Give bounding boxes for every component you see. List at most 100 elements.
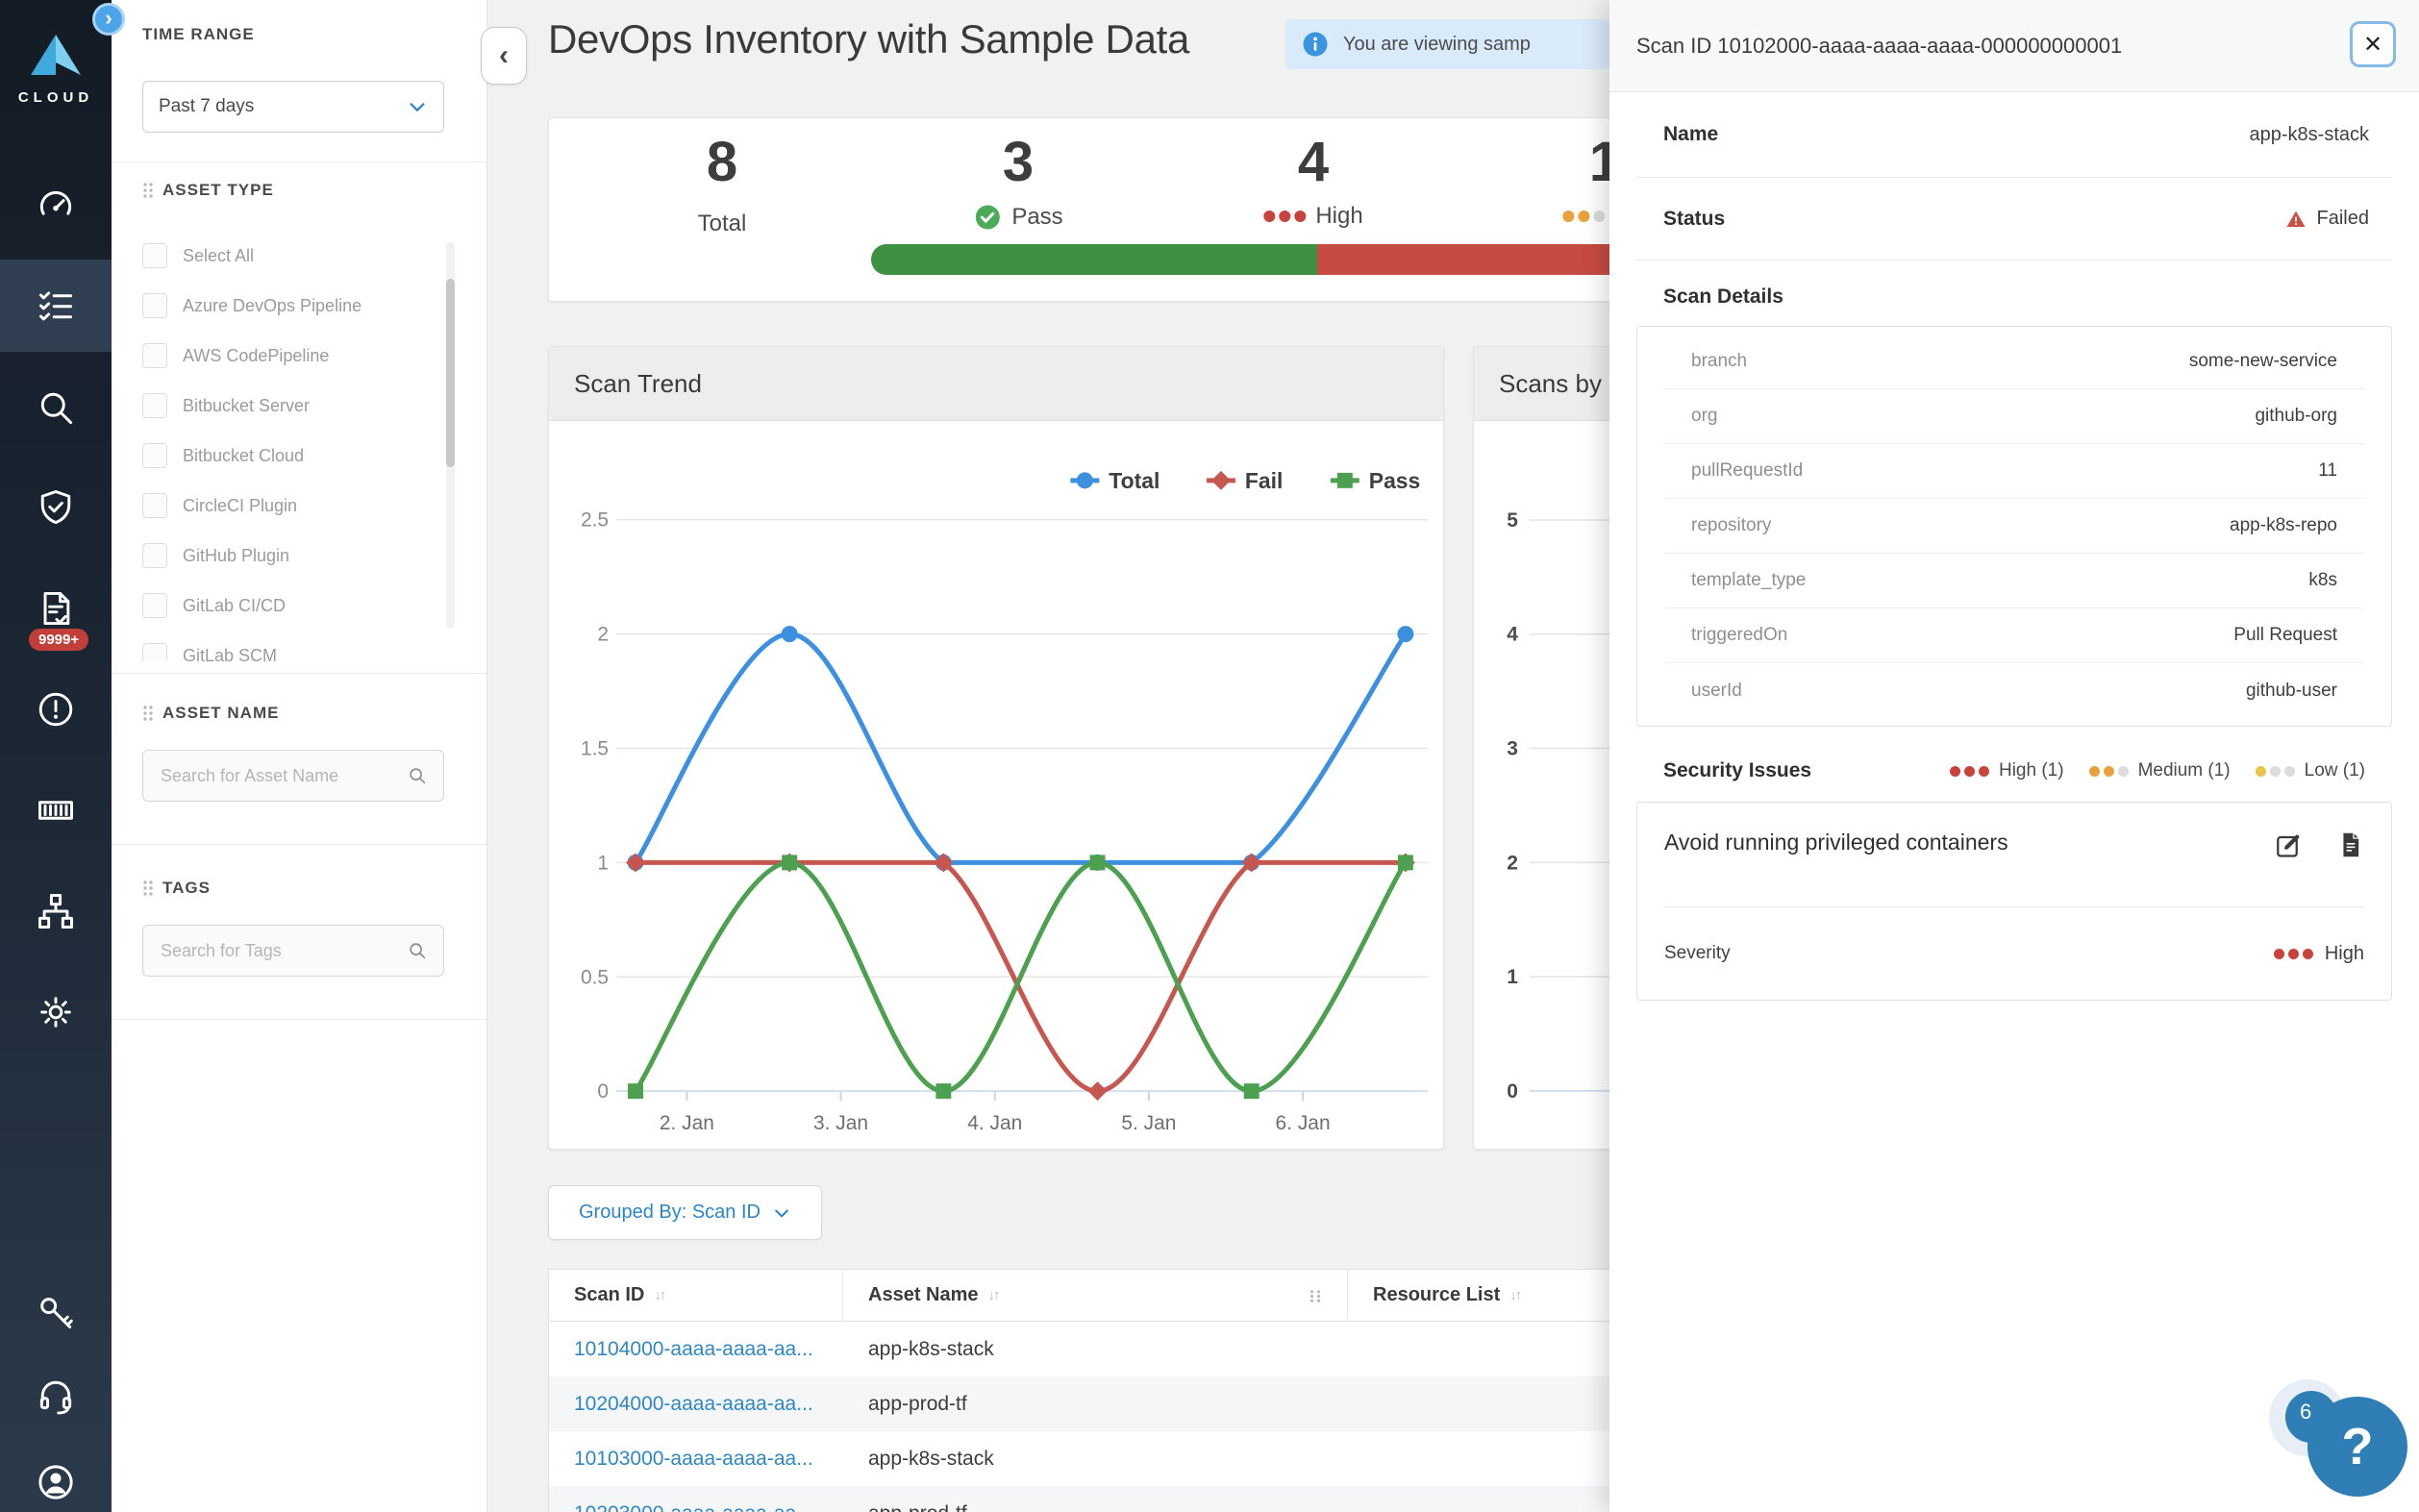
asset-type-option: CircleCI Plugin: [142, 481, 436, 531]
sidebar-item-support[interactable]: [0, 1350, 112, 1442]
dashboard-icon: [39, 190, 72, 215]
scan-id-link[interactable]: 10104000-aaaa-aaaa-aa...: [574, 1338, 813, 1360]
severity-dots-medium: [1562, 211, 1606, 222]
severity-dots-high: [1263, 211, 1307, 222]
sidebar-item-settings[interactable]: [0, 966, 112, 1058]
drag-handle-icon: [143, 706, 153, 721]
scan-details-heading: Scan Details: [1663, 285, 1783, 308]
close-button[interactable]: ✕: [2350, 21, 2396, 67]
svg-text:5: 5: [1507, 509, 1518, 532]
scan-details-rows: branch some-new-service org github-org pullR…: [1637, 335, 2391, 718]
cell-scan-id: 10203000-aaaa-aaaa-aa...: [549, 1502, 843, 1512]
legend-label: High (1): [1998, 760, 2064, 781]
divider: [112, 844, 486, 845]
edit-icon[interactable]: [2274, 830, 2305, 860]
tags-search-input[interactable]: [159, 939, 399, 962]
help-button[interactable]: ?: [2307, 1397, 2407, 1497]
detail-key: userId: [1691, 680, 1742, 701]
status-label: Status: [1663, 207, 1726, 230]
panel-title: Scan ID 10102000-aaaa-aaaa-aaaa-00000000…: [1636, 33, 2123, 58]
sidebar-item-compliance[interactable]: [0, 461, 112, 554]
grouped-by-label: Grouped By: Scan ID: [579, 1202, 761, 1223]
scan-id-link[interactable]: 10204000-aaaa-aaaa-aa...: [574, 1393, 813, 1415]
asset-type-option: GitLab CI/CD: [142, 581, 436, 631]
chevron-left-icon: ‹: [499, 39, 509, 71]
check-circle-icon: [975, 205, 1000, 230]
severity-value: High: [2273, 943, 2364, 965]
name-value: app-k8s-stack: [2249, 123, 2370, 145]
sidebar-item-dashboard[interactable]: [0, 159, 112, 251]
sort-icon[interactable]: ↓↑: [1509, 1287, 1522, 1303]
detail-value: Pull Request: [2233, 625, 2337, 645]
scan-id-link[interactable]: 10103000-aaaa-aaaa-aa...: [574, 1448, 813, 1470]
sidebar: CLOUD 9999+: [0, 0, 112, 1512]
document-check-icon: [43, 591, 70, 626]
sidebar-item-profile[interactable]: [0, 1436, 112, 1512]
drag-handle-icon: [143, 880, 153, 896]
stat-value: 4: [1297, 131, 1330, 193]
sort-icon[interactable]: ↓↑: [654, 1287, 666, 1303]
checkbox[interactable]: [142, 393, 167, 418]
sidebar-item-access-keys[interactable]: [0, 1266, 112, 1358]
cell-asset-name: app-k8s-stack: [868, 1447, 994, 1470]
sort-icon[interactable]: ↓↑: [988, 1287, 1001, 1303]
checkbox[interactable]: [142, 243, 167, 268]
cell-scan-id: 10103000-aaaa-aaaa-aa...: [549, 1448, 843, 1471]
column-header-scan-id[interactable]: Scan ID ↓↑: [549, 1270, 843, 1321]
svg-text:1: 1: [597, 852, 609, 874]
stat-total: 8 Total: [698, 134, 747, 237]
svg-text:2: 2: [597, 624, 609, 646]
column-header-asset-name[interactable]: Asset Name ↓↑: [843, 1270, 1348, 1321]
checkbox[interactable]: [142, 543, 167, 568]
detail-key: pullRequestId: [1691, 460, 1804, 481]
drag-handle-icon[interactable]: [1309, 1289, 1322, 1302]
sidebar-item-alerts[interactable]: [0, 663, 112, 756]
severity-label: Severity: [1664, 943, 1731, 963]
asset-name-search: [142, 750, 444, 802]
collapse-filters-button[interactable]: ‹: [481, 27, 527, 85]
search-icon: [40, 392, 73, 425]
shield-check-icon: [40, 490, 71, 525]
asset-type-option: GitHub Plugin: [142, 531, 436, 581]
panel-header: Scan ID 10102000-aaaa-aaaa-aaaa-00000000…: [1609, 0, 2419, 92]
severity-dots-high: [1949, 765, 1989, 777]
search-icon: [410, 768, 426, 784]
grouped-by-button[interactable]: Grouped By: Scan ID: [548, 1185, 822, 1240]
alert-circle-icon: [38, 692, 73, 727]
filter-panel: TIME RANGE Past 7 days ASSET TYPE Select…: [112, 0, 487, 1512]
detail-key: template_type: [1691, 570, 1807, 590]
legend-medium: Medium (1): [2088, 760, 2231, 781]
sidebar-item-resources[interactable]: [0, 865, 112, 957]
document-icon[interactable]: [2337, 830, 2364, 860]
divider: [112, 673, 486, 674]
checkbox[interactable]: [142, 443, 167, 468]
sidebar-item-search[interactable]: [0, 361, 112, 454]
asset-name-search-input[interactable]: [159, 764, 399, 787]
scan-details-card: branch some-new-service org github-org pullR…: [1636, 326, 2392, 727]
issue-title: Avoid running privileged containers: [1664, 830, 2008, 855]
stat-label: Total: [697, 211, 747, 236]
checkbox[interactable]: [142, 643, 167, 661]
security-legend: High (1) Medium (1) Low (1): [1949, 760, 2365, 781]
column-label: Resource List: [1373, 1284, 1501, 1305]
checkbox-label: Select All: [183, 245, 255, 265]
sidebar-item-inventory[interactable]: [0, 260, 112, 352]
name-label: Name: [1663, 123, 1719, 145]
svg-text:0: 0: [597, 1080, 609, 1103]
status-row: Status Failed: [1636, 178, 2392, 260]
sidebar-expand-button[interactable]: ›: [92, 3, 125, 36]
svg-text:Pass: Pass: [1369, 468, 1421, 493]
checkbox[interactable]: [142, 293, 167, 318]
checkbox[interactable]: [142, 493, 167, 518]
scrollbar-thumb[interactable]: [446, 279, 455, 467]
scan-id-link[interactable]: 10203000-aaaa-aaaa-aa...: [574, 1502, 813, 1512]
checkbox[interactable]: [142, 593, 167, 618]
sidebar-item-containers[interactable]: [0, 764, 112, 856]
checkbox[interactable]: [142, 343, 167, 368]
brand-logo: CLOUD: [0, 33, 112, 106]
detail-value: github-org: [2255, 406, 2337, 426]
container-icon: [38, 801, 73, 820]
security-issues-row: Security Issues High (1) Medium (1) Low (1…: [1663, 759, 2365, 782]
stat-indicator-row: High: [1263, 203, 1363, 230]
time-range-select[interactable]: Past 7 days: [142, 81, 444, 133]
